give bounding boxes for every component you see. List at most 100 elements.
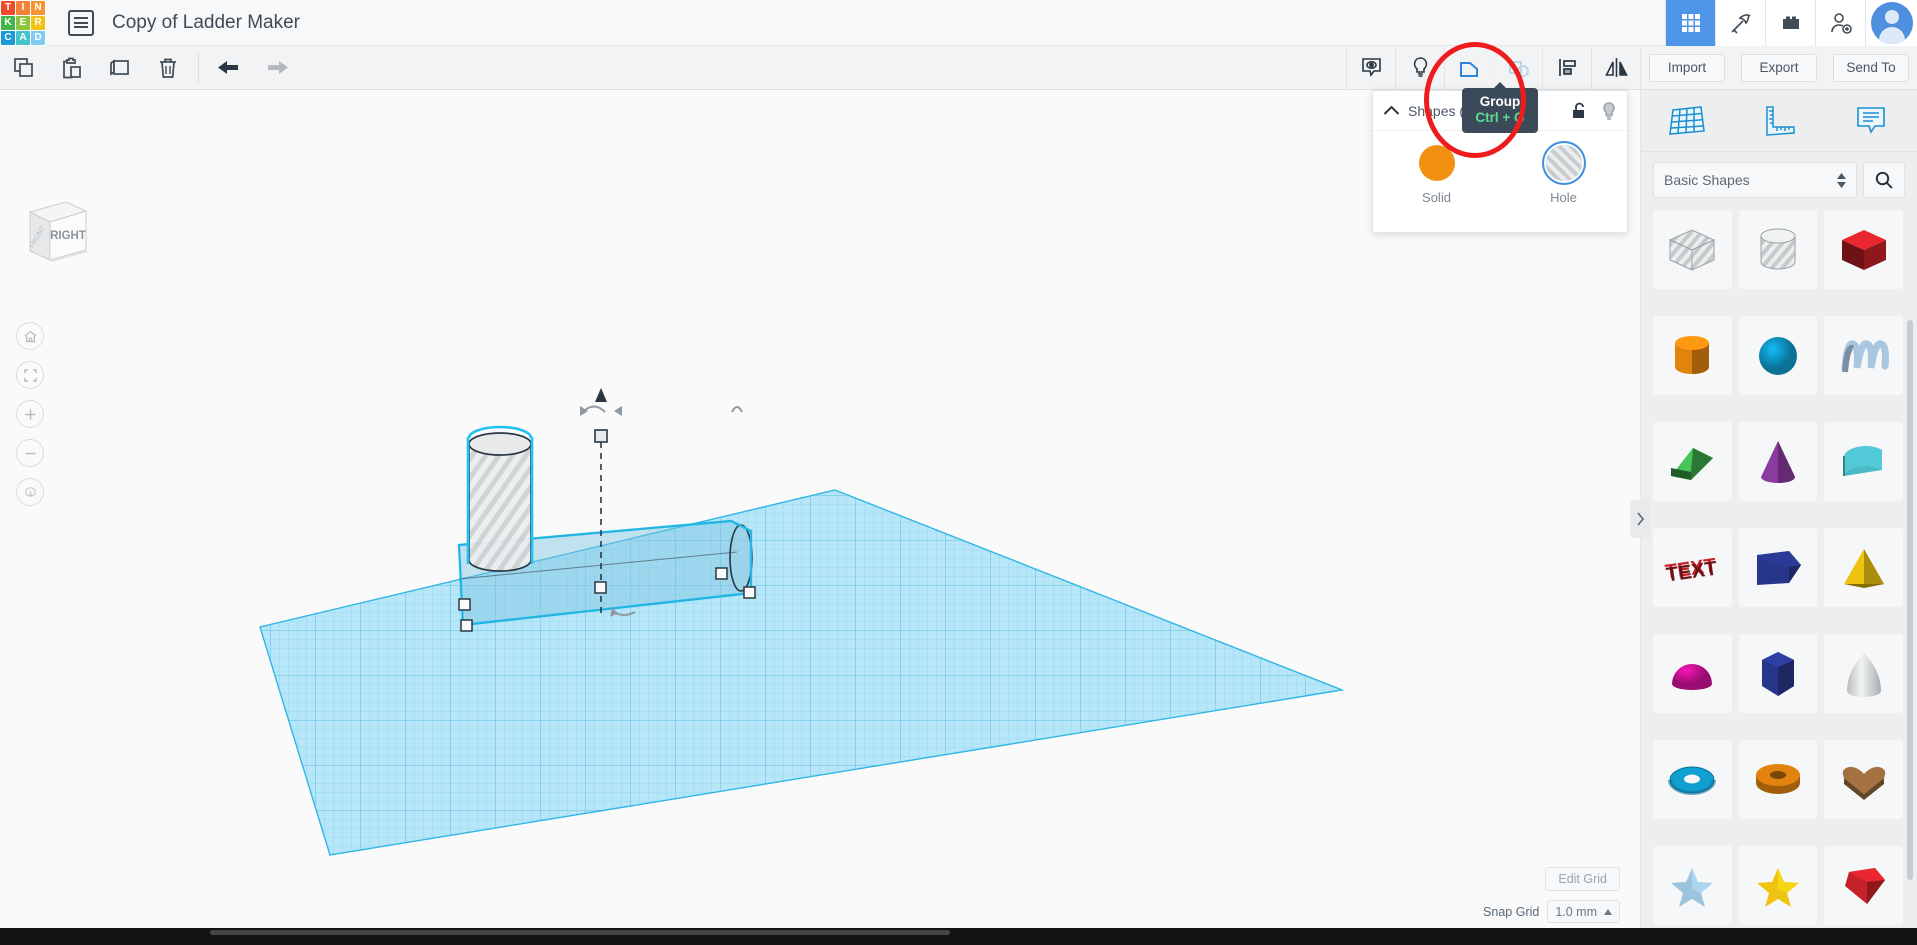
shape-half-cylinder[interactable] — [1824, 422, 1903, 501]
shape-roof[interactable] — [1653, 422, 1732, 501]
panel-collapse-handle[interactable] — [1630, 500, 1650, 538]
group-tooltip: Group Ctrl + G — [1462, 88, 1538, 133]
library-search-row: Basic Shapes — [1641, 152, 1917, 210]
blocks-pickaxe-icon[interactable] — [1715, 0, 1765, 46]
grid-controls: Edit Grid Snap Grid 1.0 mm — [1483, 867, 1620, 923]
logo-tile-t: T — [1, 1, 15, 15]
import-button[interactable]: Import — [1649, 54, 1725, 82]
top-bar: TINKERCAD Copy of Ladder Maker — [0, 0, 1917, 46]
caret-up-icon — [1604, 909, 1612, 915]
top-right-tools — [1665, 0, 1917, 46]
shape-box-hole[interactable] — [1653, 210, 1732, 289]
hole-swatch[interactable] — [1546, 145, 1582, 181]
ortho-perspective-button[interactable] — [16, 478, 44, 506]
shape-category-value: Basic Shapes — [1664, 172, 1750, 188]
tooltip-title: Group — [1470, 94, 1530, 109]
design-menu-icon[interactable] — [68, 10, 94, 36]
designs-grid-icon[interactable] — [1665, 0, 1715, 46]
toolbar-divider — [198, 53, 199, 83]
snap-grid-dropdown[interactable]: 1.0 mm — [1547, 900, 1620, 923]
rotate-handle-top — [580, 388, 622, 416]
shape-sphere[interactable] — [1739, 316, 1818, 395]
group-button[interactable] — [1444, 46, 1493, 90]
shape-paraboloid[interactable] — [1824, 634, 1903, 713]
shape-text[interactable]: TEXTTEXT — [1653, 528, 1732, 607]
shape-hemisphere[interactable] — [1653, 634, 1732, 713]
redo-button[interactable] — [253, 46, 301, 90]
shape-box[interactable] — [1824, 210, 1903, 289]
logo-tile-n: N — [31, 1, 45, 15]
horizontal-scrollbar[interactable] — [210, 930, 950, 935]
tinkercad-logo[interactable]: TINKERCAD — [0, 0, 46, 46]
logo-tile-i: I — [16, 1, 30, 15]
light-bulb-icon[interactable] — [1601, 101, 1617, 121]
logo-tile-a: A — [16, 31, 30, 45]
view-cube[interactable]: RIGHT FRONT — [18, 194, 90, 272]
chevron-up-icon[interactable] — [1383, 105, 1400, 116]
home-view-button[interactable] — [16, 322, 44, 350]
zoom-in-button[interactable] — [16, 400, 44, 428]
logo-tile-c: C — [1, 31, 15, 45]
undo-button[interactable] — [205, 46, 253, 90]
unlock-icon[interactable] — [1571, 102, 1587, 120]
shape-cone[interactable] — [1739, 422, 1818, 501]
solid-option[interactable]: Solid — [1419, 145, 1455, 205]
avatar[interactable] — [1865, 0, 1917, 46]
tab-ruler[interactable] — [1750, 98, 1808, 144]
logo-tile-k: K — [1, 16, 15, 30]
export-button[interactable]: Export — [1741, 54, 1817, 82]
tab-note[interactable] — [1842, 98, 1900, 144]
search-button[interactable] — [1863, 162, 1905, 198]
tab-workplane[interactable] — [1658, 98, 1716, 144]
chevron-updown-icon — [1837, 173, 1846, 188]
chevron-right-icon — [1636, 512, 1645, 526]
solid-swatch[interactable] — [1419, 145, 1455, 181]
shape-cylinder[interactable] — [1653, 316, 1732, 395]
fit-view-button[interactable] — [16, 361, 44, 389]
invite-person-icon[interactable] — [1815, 0, 1865, 46]
view-cube-face-label: RIGHT — [50, 230, 86, 242]
shape-grid-scrollbar[interactable] — [1907, 320, 1913, 880]
shape-torus[interactable] — [1653, 740, 1732, 819]
align-button[interactable] — [1542, 46, 1591, 90]
mirror-button[interactable] — [1591, 46, 1640, 90]
edit-toolbar — [0, 46, 1640, 90]
shape-category-select[interactable]: Basic Shapes — [1653, 162, 1857, 198]
shape-star-blue[interactable] — [1653, 846, 1732, 925]
hole-option[interactable]: Hole — [1546, 145, 1582, 205]
shape-heart[interactable] — [1824, 740, 1903, 819]
shape-cylinder-hole[interactable] — [1739, 210, 1818, 289]
workplane-grid — [200, 470, 1400, 890]
shapes-library-panel: Basic Shapes TEXTTEXT — [1640, 90, 1917, 945]
view-toggle-button[interactable] — [1346, 46, 1395, 90]
shape-scribble[interactable] — [1824, 316, 1903, 395]
shape-polygon[interactable] — [1739, 528, 1818, 607]
logo-tile-d: D — [31, 31, 45, 45]
logo-tile-e: E — [16, 16, 30, 30]
zoom-out-button[interactable] — [16, 439, 44, 467]
shape-star-yellow[interactable] — [1739, 846, 1818, 925]
light-bulb-button[interactable] — [1395, 46, 1444, 90]
shape-hex-prism[interactable] — [1739, 634, 1818, 713]
inspector-body: Solid Hole — [1373, 131, 1627, 205]
send-to-button[interactable]: Send To — [1833, 54, 1909, 82]
delete-button[interactable] — [144, 46, 192, 90]
search-icon — [1874, 170, 1894, 190]
tooltip-shortcut: Ctrl + G — [1470, 110, 1530, 125]
library-tabs — [1641, 90, 1917, 152]
snap-grid-value: 1.0 mm — [1555, 905, 1597, 919]
shape-pyramid[interactable] — [1824, 528, 1903, 607]
hole-label: Hole — [1550, 190, 1577, 205]
edit-grid-button[interactable]: Edit Grid — [1545, 867, 1620, 891]
copy-button[interactable] — [0, 46, 48, 90]
paste-button[interactable] — [48, 46, 96, 90]
navigation-controls — [16, 322, 44, 506]
shape-tube[interactable] — [1739, 740, 1818, 819]
duplicate-button[interactable] — [96, 46, 144, 90]
snap-grid-row: Snap Grid 1.0 mm — [1483, 900, 1620, 923]
rotate-handle-right — [732, 407, 742, 412]
solid-label: Solid — [1422, 190, 1451, 205]
shape-grid: TEXTTEXT — [1641, 210, 1917, 944]
shape-gem[interactable] — [1824, 846, 1903, 925]
lego-brick-icon[interactable] — [1765, 0, 1815, 46]
